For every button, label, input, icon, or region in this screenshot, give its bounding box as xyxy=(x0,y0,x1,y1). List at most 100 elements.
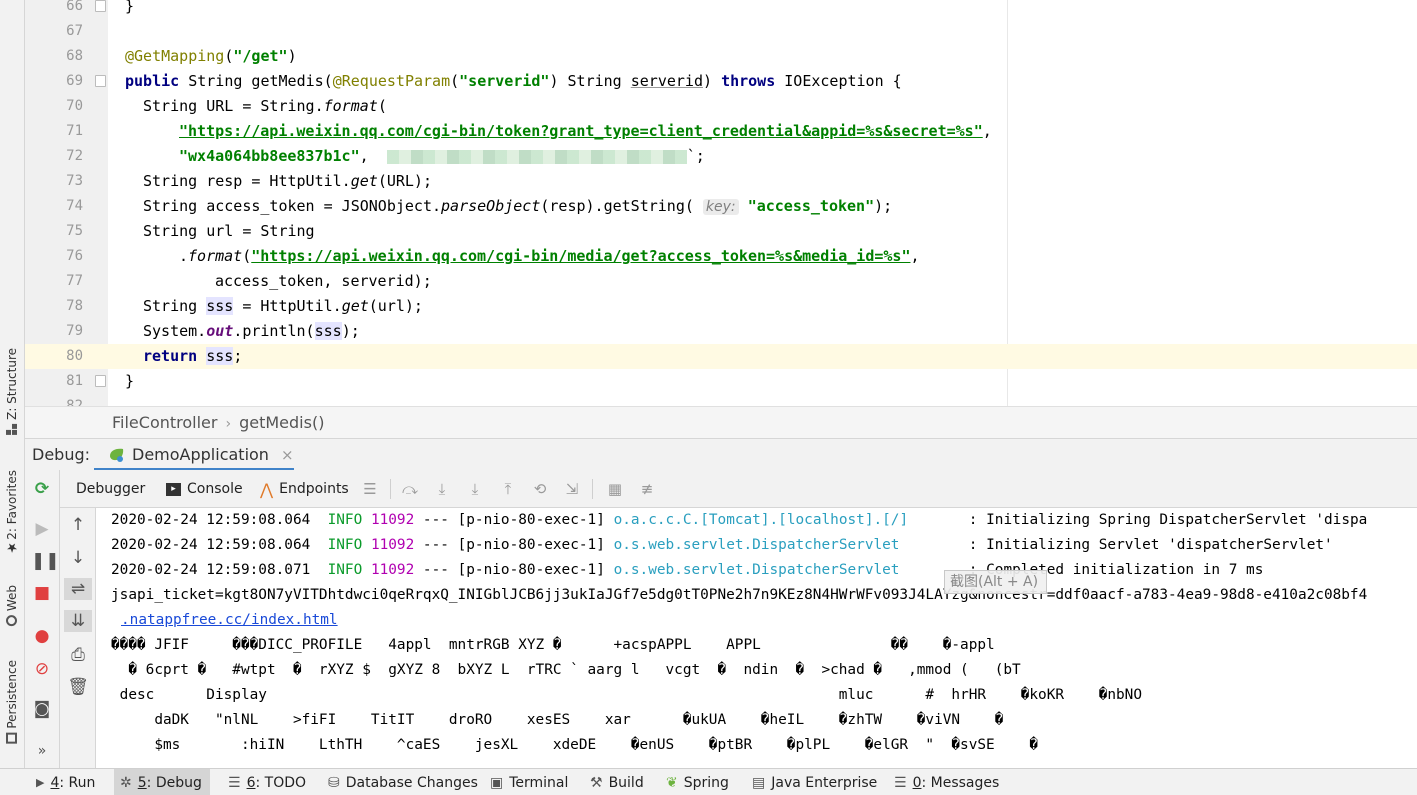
fold-marker-icon[interactable] xyxy=(95,0,106,12)
camera-icon[interactable]: ◙ xyxy=(31,698,53,720)
code-text: System.out.println(sss); xyxy=(143,319,360,344)
redacted-secret xyxy=(387,150,687,164)
console-actions-column: ↑ ↓ ⇌ ⇊ ⎙ 🗑 xyxy=(60,508,96,768)
code-line[interactable]: 66 } xyxy=(25,0,1417,19)
tool-tab-spring[interactable]: ❦ Spring xyxy=(660,769,735,795)
tool-tab-label: Terminal xyxy=(509,775,568,791)
debug-actions-column: ⟳ ▶ ❚❚ ■ ● ⊘ ◙ » xyxy=(25,470,60,768)
scroll-to-end-icon[interactable]: ⇊ xyxy=(64,610,92,632)
tool-tab-debug[interactable]: ✲ 5: Debug xyxy=(114,769,210,795)
trash-icon[interactable]: 🗑 xyxy=(67,676,89,698)
code-line[interactable]: 73 String resp = HttpUtil.get(URL); xyxy=(25,169,1417,194)
code-line[interactable]: 76 .format("https://api.weixin.qq.com/cg… xyxy=(25,244,1417,269)
favorites-tab-label: 2: Favorites xyxy=(5,470,19,540)
tool-tab-label: Spring xyxy=(684,775,729,791)
stop-icon[interactable]: ■ xyxy=(31,582,53,604)
breadcrumb-class[interactable]: FileController xyxy=(112,413,217,432)
java-enterprise-icon: ▤ xyxy=(752,775,765,791)
tool-tab-database-changes[interactable]: ⛁ Database Changes xyxy=(322,769,484,795)
breadcrumb-method[interactable]: getMedis() xyxy=(239,413,324,432)
code-line[interactable]: 79 System.out.println(sss); xyxy=(25,319,1417,344)
screenshot-tooltip: 截图(Alt + A) xyxy=(944,570,1047,594)
run-to-cursor-icon[interactable]: ⇲ xyxy=(563,480,581,498)
globe-icon xyxy=(7,615,18,626)
tool-tab-todo[interactable]: ☰ 6: TODO xyxy=(222,769,312,795)
trace-icon[interactable]: ≢ xyxy=(638,480,656,498)
code-line[interactable]: 67 xyxy=(25,19,1417,44)
code-line[interactable]: 75 String url = String xyxy=(25,219,1417,244)
tool-tab-build[interactable]: ⚒ Build xyxy=(584,769,650,795)
step-out-icon[interactable]: ⤒ xyxy=(499,480,517,498)
line-number: 71 xyxy=(25,119,83,144)
code-text: "wx4a064bb8ee837b1c", `; xyxy=(179,144,705,169)
mute-breakpoints-icon[interactable]: ⊘ xyxy=(31,658,53,680)
step-into-icon[interactable]: ⤓ xyxy=(433,480,451,498)
code-text: String access_token = JSONObject.parseOb… xyxy=(143,194,892,220)
web-tab-label: Web xyxy=(5,585,19,611)
step-over-icon[interactable]: ⤼ xyxy=(401,480,419,498)
code-text: } xyxy=(125,369,134,394)
resume-icon[interactable]: ▶ xyxy=(31,518,53,540)
line-number: 72 xyxy=(25,144,83,169)
tab-endpoints-label: Endpoints xyxy=(279,481,349,497)
tool-tab-terminal[interactable]: ▣ Terminal xyxy=(484,769,574,795)
left-tool-strip: Z: Structure ★ 2: Favorites Web Persiste… xyxy=(0,0,25,768)
tool-tab-label: Build xyxy=(609,775,644,791)
favorites-tool-tab[interactable]: ★ 2: Favorites xyxy=(3,470,21,555)
binary-output-line:  daDK  "nlNL  >fiFI  TitIT  dr… xyxy=(111,708,1003,733)
tab-debugger-label: Debugger xyxy=(76,481,145,497)
arrow-up-icon[interactable]: ↑ xyxy=(67,514,89,536)
code-text: String resp = HttpUtil.get(URL); xyxy=(143,169,432,194)
code-line[interactable]: 82 xyxy=(25,394,1417,406)
tool-tab-messages[interactable]: ☰ 0: Messages xyxy=(888,769,1005,795)
code-line[interactable]: 77 access_token, serverid); xyxy=(25,269,1417,294)
rerun-icon[interactable]: ⟳ xyxy=(31,478,53,500)
drop-frame-icon[interactable]: ⟲ xyxy=(531,480,549,498)
web-tool-tab[interactable]: Web xyxy=(3,585,21,626)
console-output[interactable]: 2020-02-24 12:59:08.064 INFO 11092 --- [… xyxy=(97,508,1417,768)
code-line[interactable]: 74 String access_token = JSONObject.pars… xyxy=(25,194,1417,219)
more-icon[interactable]: » xyxy=(31,740,53,762)
code-line[interactable]: 69 public String getMedis(@RequestParam(… xyxy=(25,69,1417,94)
force-step-into-icon[interactable]: ⤓ xyxy=(466,480,484,498)
log-line: 2020-02-24 12:59:08.071 INFO 11092 --- [… xyxy=(111,558,1263,583)
line-number: 67 xyxy=(25,19,83,44)
console-link[interactable]: .natappfree.cc/index.html xyxy=(121,608,338,633)
debug-session-tab[interactable]: DemoApplication × xyxy=(94,441,294,471)
fold-marker-icon[interactable] xyxy=(95,375,106,387)
ticket-line: jsapi_ticket=kgt8ON7yVITDhtdwci0qeRrqxQ_… xyxy=(111,583,1367,608)
view-breakpoints-icon[interactable]: ● xyxy=(31,625,53,647)
debug-tab-bar: Debugger ▸ Console ⋀ Endpoints ☰ ⤼ ⤓ ⤓ ⤒… xyxy=(60,470,1417,508)
line-number: 69 xyxy=(25,69,83,94)
code-line[interactable]: 78 String sss = HttpUtil.get(url); xyxy=(25,294,1417,319)
tool-tab-java-enterprise[interactable]: ▤ Java Enterprise xyxy=(746,769,883,795)
code-line[interactable]: 71 "https://api.weixin.qq.com/cgi-bin/to… xyxy=(25,119,1417,144)
code-line-current[interactable]: 80 return sss; xyxy=(25,344,1417,369)
tab-endpoints[interactable]: ⋀ Endpoints xyxy=(260,470,349,508)
tool-tab-label: 6: TODO xyxy=(247,775,306,791)
line-number: 80 xyxy=(25,344,83,369)
menu-icon[interactable]: ☰ xyxy=(361,480,379,498)
structure-tool-tab[interactable]: Z: Structure xyxy=(3,348,21,435)
fold-marker-icon[interactable] xyxy=(95,75,106,87)
persistence-tool-tab[interactable]: Persistence xyxy=(3,660,21,744)
line-number: 73 xyxy=(25,169,83,194)
pause-icon[interactable]: ❚❚ xyxy=(31,550,53,572)
soft-wrap-icon[interactable]: ⇌ xyxy=(64,578,92,600)
code-text: "https://api.weixin.qq.com/cgi-bin/token… xyxy=(179,119,992,144)
print-icon[interactable]: ⎙ xyxy=(67,644,89,666)
tool-tab-label: Java Enterprise xyxy=(771,775,877,791)
code-line[interactable]: 72 "wx4a064bb8ee837b1c", `; xyxy=(25,144,1417,169)
code-editor[interactable]: 66 } 67 68 @GetMapping("/get") 69 public… xyxy=(25,0,1417,406)
tool-tab-run[interactable]: ▶ 4: Run xyxy=(30,769,101,795)
tab-console[interactable]: ▸ Console xyxy=(166,470,243,508)
close-icon[interactable]: × xyxy=(281,446,294,464)
code-line[interactable]: 68 @GetMapping("/get") xyxy=(25,44,1417,69)
tab-debugger[interactable]: Debugger xyxy=(76,470,145,508)
arrow-down-icon[interactable]: ↓ xyxy=(67,547,89,569)
code-line[interactable]: 81 } xyxy=(25,369,1417,394)
code-line[interactable]: 70 String URL = String.format( xyxy=(25,94,1417,119)
debug-session-name: DemoApplication xyxy=(132,445,269,464)
parameter-hint: key: xyxy=(703,199,739,215)
evaluate-expression-icon[interactable]: ▦ xyxy=(606,480,624,498)
